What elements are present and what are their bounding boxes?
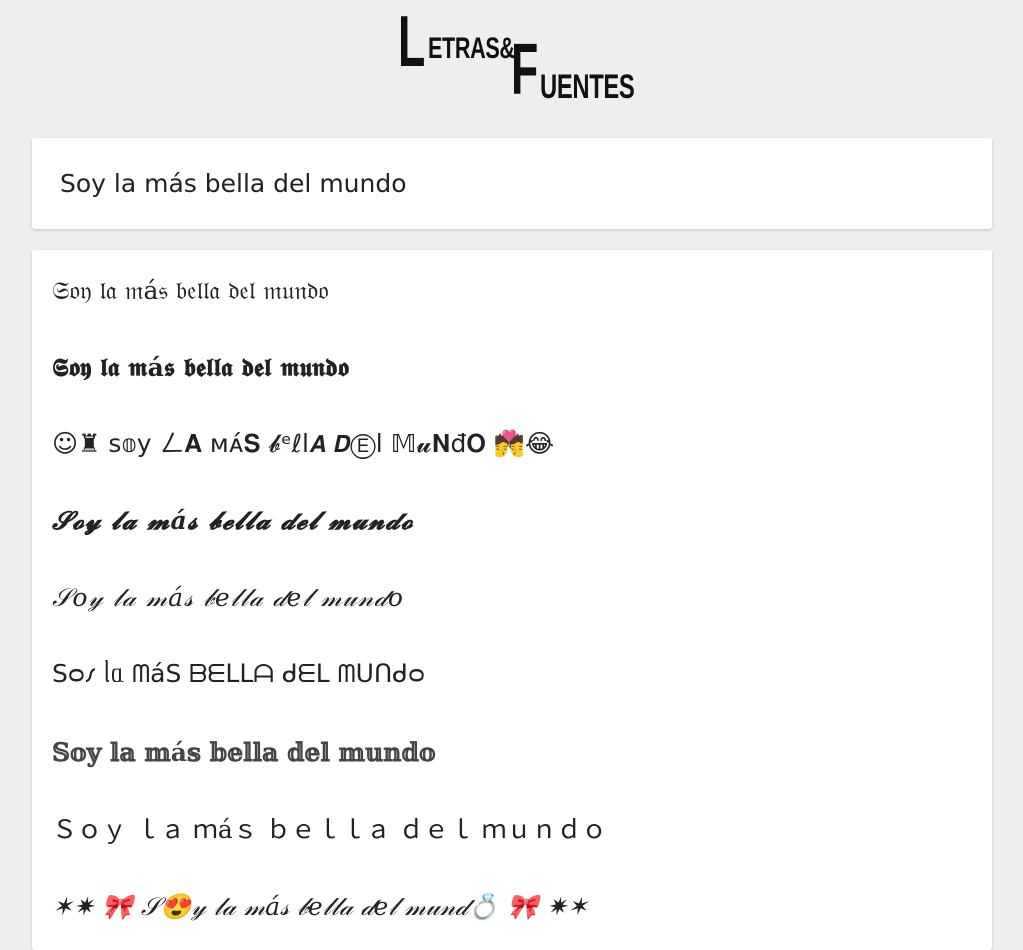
font-result-fraktur[interactable]: 𝔖𝔬𝔶 𝔩𝔞 𝔪á𝔰 𝔟𝔢𝔩𝔩𝔞 𝔡𝔢𝔩 𝔪𝔲𝔫𝔡𝔬 (52, 269, 972, 313)
font-result-bold-fraktur[interactable]: 𝕾𝖔𝖞 𝖑𝖆 𝖒á𝖘 𝖇𝖊𝖑𝖑𝖆 𝖉𝖊𝖑 𝖒𝖚𝖓𝖉𝖔 (52, 346, 972, 390)
logo-text-etras: ETRAS& (428, 32, 515, 65)
font-result-script[interactable]: 𝒮𝑜𝓎 𝓁𝒶 𝓂á𝓈 𝒷𝑒𝓁𝓁𝒶 𝒹𝑒𝓁 𝓂𝓊𝓃𝒹𝑜 (52, 576, 972, 620)
logo-initial-f: F (511, 30, 539, 110)
font-result-unsupported-glyphs[interactable]: Sᴑ𐑥 ᥣᥲ ᗰáS ᗷᗴᒪᒪᗩ ᑯᗴᒪ ᗰᑌᑎᑯᴑ (52, 652, 972, 696)
font-result-double-struck[interactable]: 𝕊𝕠𝕪 𝕝𝕒 𝕞á𝕤 𝕓𝕖𝕝𝕝𝕒 𝕕𝕖𝕝 𝕞𝕦𝕟𝕕𝕠 (52, 731, 972, 775)
font-result-wide-spaced[interactable]: Ｓｏｙ ｌａ ｍáｓ ｂｅｌｌａ ｄｅｌ ｍｕｎｄｏ (52, 808, 972, 852)
font-result-decorated-script[interactable]: ✶✷ 🎀 𝒮😍𝓎 𝓁𝒶 𝓂á𝓈 𝒷𝑒𝓁𝓁𝒶 𝒹𝑒𝓁 𝓂𝓊𝓃𝒹💍 🎀 ✷✶ (52, 885, 972, 929)
text-input[interactable] (32, 138, 992, 229)
font-result-mixed-emoji[interactable]: ☺♜ ꜱ𝕠y ㄥ𝐀 ᴍᴀ́𝐒 𝓫ᵉℓl𝘼 𝘿Ⓔl 𝕄𝓾𝐍đ𝐎 💏😂 (52, 422, 972, 466)
logo-initial-l: L (398, 2, 426, 82)
letras-y-fuentes-logo[interactable]: L ETRAS& F UENTES (398, 2, 635, 110)
font-result-bold-script[interactable]: 𝓢𝓸𝔂 𝓵𝓪 𝓶á𝓼 𝓫𝓮𝓵𝓵𝓪 𝓭𝓮𝓵 𝓶𝓾𝓷𝓭𝓸 (52, 499, 972, 543)
text-input-card (32, 138, 992, 229)
logo-text-uentes: UENTES (540, 68, 635, 106)
results-list: 𝔖𝔬𝔶 𝔩𝔞 𝔪á𝔰 𝔟𝔢𝔩𝔩𝔞 𝔡𝔢𝔩 𝔪𝔲𝔫𝔡𝔬 𝕾𝖔𝖞 𝖑𝖆 𝖒á𝖘 𝖇𝖊… (32, 250, 992, 950)
